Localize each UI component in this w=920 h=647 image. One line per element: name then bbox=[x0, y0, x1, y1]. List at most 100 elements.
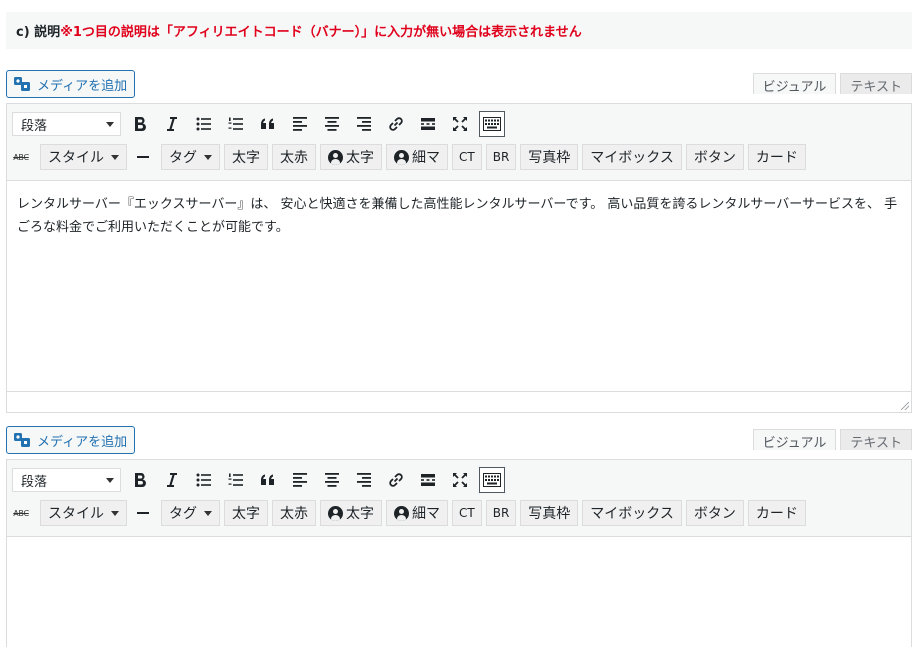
card-button[interactable]: カード bbox=[747, 500, 806, 526]
editor-toolbar: 段落 ABC スタイル タグ 太字 太赤 太字 細マ CT BR 写真枠 マイボ… bbox=[7, 460, 911, 537]
editor-frame: 段落 ABC スタイル タグ 太字 太赤 太字 細マ CT BR 写真枠 マイボ… bbox=[6, 103, 912, 413]
user-thin-label: 細マ bbox=[412, 506, 440, 522]
user-icon bbox=[394, 149, 409, 165]
chevron-down-icon bbox=[204, 510, 212, 516]
tab-visual[interactable]: ビジュアル bbox=[752, 73, 837, 95]
format-select-value: 段落 bbox=[21, 118, 48, 134]
button-button[interactable]: ボタン bbox=[685, 144, 744, 170]
media-icon bbox=[13, 432, 31, 448]
mybox-button[interactable]: マイボックス bbox=[582, 500, 682, 526]
ct-button[interactable]: CT bbox=[452, 144, 482, 170]
description-label: c) 説明 bbox=[16, 25, 61, 40]
bold-red-button[interactable]: 太赤 bbox=[272, 144, 316, 170]
fullscreen-icon[interactable] bbox=[447, 467, 473, 493]
align-left-icon[interactable] bbox=[287, 111, 313, 137]
format-select[interactable]: 段落 bbox=[12, 468, 121, 492]
tag-dropdown[interactable]: タグ bbox=[161, 500, 220, 526]
chevron-down-icon bbox=[111, 154, 119, 160]
card-button[interactable]: カード bbox=[747, 144, 806, 170]
user-bold-label: 太字 bbox=[346, 506, 374, 522]
bold-jp-button[interactable]: 太字 bbox=[224, 500, 268, 526]
user-thin-button[interactable]: 細マ bbox=[386, 144, 448, 170]
editor-tabs: ビジュアル テキスト bbox=[752, 429, 912, 451]
bullet-list-icon[interactable] bbox=[191, 111, 217, 137]
tag-dropdown-label: タグ bbox=[169, 150, 197, 166]
user-bold-label: 太字 bbox=[346, 150, 374, 166]
tab-text[interactable]: テキスト bbox=[840, 429, 912, 451]
user-bold-button[interactable]: 太字 bbox=[320, 144, 382, 170]
bold-jp-button[interactable]: 太字 bbox=[224, 144, 268, 170]
align-right-icon[interactable] bbox=[351, 467, 377, 493]
editor-content[interactable]: レンタルサーバー『エックスサーバー』は、 安心と快適さを兼備した高性能レンタルサ… bbox=[7, 181, 911, 391]
user-thin-button[interactable]: 細マ bbox=[386, 500, 448, 526]
read-more-icon[interactable] bbox=[415, 111, 441, 137]
align-center-icon[interactable] bbox=[319, 111, 345, 137]
user-icon bbox=[394, 505, 409, 521]
numbered-list-icon[interactable] bbox=[223, 467, 249, 493]
toolbar-row-1: 段落 bbox=[12, 467, 511, 493]
br-button[interactable]: BR bbox=[485, 500, 517, 526]
editor-tabs: ビジュアル テキスト bbox=[752, 73, 912, 95]
strikethrough-icon[interactable]: ABC bbox=[12, 153, 30, 162]
user-icon bbox=[328, 149, 343, 165]
bold-icon[interactable] bbox=[127, 111, 153, 137]
button-button[interactable]: ボタン bbox=[685, 500, 744, 526]
chevron-down-icon bbox=[106, 477, 114, 483]
horizontal-rule-icon[interactable] bbox=[137, 156, 149, 158]
tab-visual[interactable]: ビジュアル bbox=[752, 429, 837, 451]
numbered-list-icon[interactable] bbox=[223, 111, 249, 137]
link-icon[interactable] bbox=[383, 467, 409, 493]
chevron-down-icon bbox=[111, 510, 119, 516]
photo-frame-button[interactable]: 写真枠 bbox=[520, 144, 579, 170]
keyboard-icon[interactable] bbox=[479, 111, 505, 137]
user-thin-label: 細マ bbox=[412, 150, 440, 166]
br-button[interactable]: BR bbox=[485, 144, 517, 170]
toolbar-row-2: ABC スタイル タグ 太字 太赤 太字 細マ CT BR 写真枠 マイボックス… bbox=[12, 144, 810, 170]
format-select[interactable]: 段落 bbox=[12, 112, 121, 136]
chevron-down-icon bbox=[204, 154, 212, 160]
mybox-button[interactable]: マイボックス bbox=[582, 144, 682, 170]
style-dropdown[interactable]: スタイル bbox=[40, 144, 127, 170]
ct-button[interactable]: CT bbox=[452, 500, 482, 526]
add-media-button[interactable]: メディアを追加 bbox=[6, 70, 136, 98]
italic-icon[interactable] bbox=[159, 111, 185, 137]
bold-red-button[interactable]: 太赤 bbox=[272, 500, 316, 526]
tab-text[interactable]: テキスト bbox=[840, 73, 912, 95]
user-icon bbox=[328, 505, 343, 521]
style-dropdown-label: スタイル bbox=[48, 506, 104, 522]
bold-icon[interactable] bbox=[127, 467, 153, 493]
toolbar-row-1: 段落 bbox=[12, 111, 511, 137]
format-select-value: 段落 bbox=[21, 474, 48, 490]
style-dropdown-label: スタイル bbox=[48, 150, 104, 166]
align-right-icon[interactable] bbox=[351, 111, 377, 137]
photo-frame-button[interactable]: 写真枠 bbox=[520, 500, 579, 526]
style-dropdown[interactable]: スタイル bbox=[40, 500, 127, 526]
strikethrough-icon[interactable]: ABC bbox=[12, 509, 30, 518]
fullscreen-icon[interactable] bbox=[447, 111, 473, 137]
bullet-list-icon[interactable] bbox=[191, 467, 217, 493]
description-notice: c) 説明 ※1つ目の説明は「アフィリエイトコード（バナー）」に入力が無い場合は… bbox=[6, 12, 912, 49]
keyboard-icon[interactable] bbox=[479, 467, 505, 493]
align-left-icon[interactable] bbox=[287, 467, 313, 493]
editor-toolbar: 段落 ABC スタイル タグ 太字 太赤 太字 細マ CT BR 写真枠 マイボ… bbox=[7, 104, 911, 181]
editor-content[interactable] bbox=[7, 537, 911, 647]
chevron-down-icon bbox=[106, 121, 114, 127]
resize-handle-icon[interactable] bbox=[901, 402, 909, 410]
toolbar-row-2: ABC スタイル タグ 太字 太赤 太字 細マ CT BR 写真枠 マイボックス… bbox=[12, 500, 810, 526]
link-icon[interactable] bbox=[383, 111, 409, 137]
add-media-button[interactable]: メディアを追加 bbox=[6, 426, 136, 454]
editor-statusbar bbox=[7, 391, 911, 412]
align-center-icon[interactable] bbox=[319, 467, 345, 493]
editor-frame: 段落 ABC スタイル タグ 太字 太赤 太字 細マ CT BR 写真枠 マイボ… bbox=[6, 459, 912, 647]
media-icon bbox=[13, 76, 31, 92]
read-more-icon[interactable] bbox=[415, 467, 441, 493]
horizontal-rule-icon[interactable] bbox=[137, 512, 149, 514]
add-media-label: メディアを追加 bbox=[37, 434, 128, 450]
blockquote-icon[interactable] bbox=[255, 111, 281, 137]
tag-dropdown[interactable]: タグ bbox=[161, 144, 220, 170]
user-bold-button[interactable]: 太字 bbox=[320, 500, 382, 526]
tag-dropdown-label: タグ bbox=[169, 506, 197, 522]
blockquote-icon[interactable] bbox=[255, 467, 281, 493]
add-media-label: メディアを追加 bbox=[37, 78, 128, 94]
italic-icon[interactable] bbox=[159, 467, 185, 493]
